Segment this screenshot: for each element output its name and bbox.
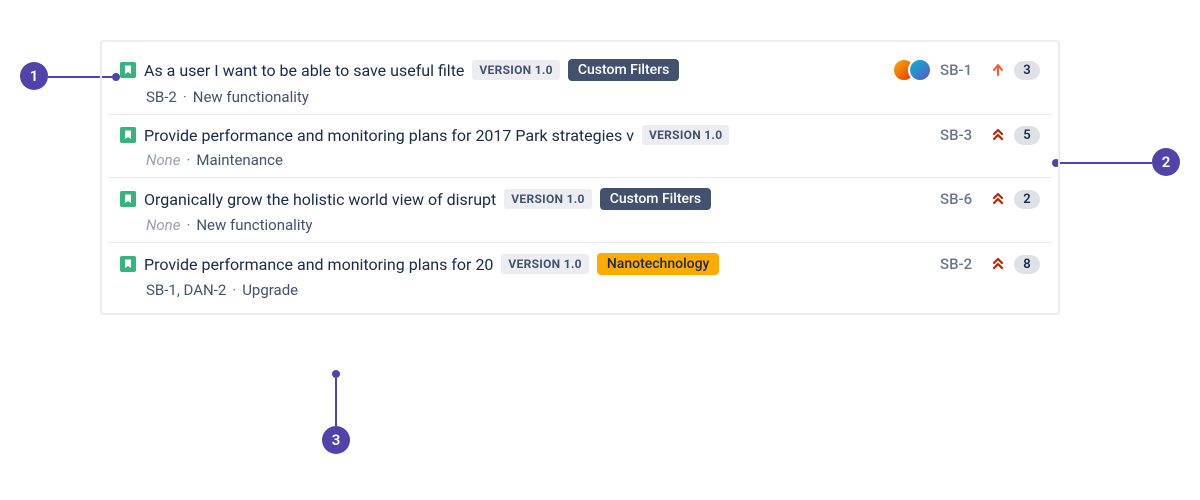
sub-label: Maintenance — [196, 151, 283, 169]
avatar — [908, 58, 932, 82]
story-icon — [120, 127, 136, 143]
callout-line-2 — [1060, 162, 1152, 164]
issue-summary: As a user I want to be able to save usef… — [144, 61, 464, 80]
story-icon — [120, 62, 136, 78]
story-icon — [120, 191, 136, 207]
backlog-panel: As a user I want to be able to save usef… — [100, 40, 1060, 315]
priority-highest-icon — [990, 191, 1006, 207]
callout-3: 3 — [322, 426, 350, 454]
sub-label: New functionality — [193, 88, 309, 106]
separator-dot: · — [183, 88, 187, 106]
issue-row[interactable]: Provide performance and monitoring plans… — [108, 243, 1052, 307]
issue-key: SB-6 — [940, 190, 982, 208]
issue-row[interactable]: As a user I want to be able to save usef… — [108, 48, 1052, 115]
separator-dot: · — [232, 281, 236, 299]
sub-key: None — [146, 216, 180, 234]
epic-badge[interactable]: Custom Filters — [600, 188, 711, 210]
estimate-badge: 2 — [1014, 190, 1040, 209]
issue-summary: Provide performance and monitoring plans… — [144, 255, 493, 274]
priority-medium-icon — [990, 62, 1006, 78]
callout-dot-3 — [332, 370, 340, 378]
callout-1: 1 — [20, 62, 48, 90]
sub-key: SB-1, DAN-2 — [146, 281, 226, 299]
sub-key: None — [146, 151, 180, 169]
sub-key: SB-2 — [146, 88, 177, 106]
priority-highest-icon — [990, 256, 1006, 272]
version-badge: VERSION 1.0 — [504, 189, 591, 209]
epic-badge[interactable]: Nanotechnology — [597, 253, 720, 275]
issue-key: SB-3 — [940, 126, 982, 144]
epic-badge[interactable]: Custom Filters — [568, 59, 679, 81]
issue-summary: Organically grow the holistic world view… — [144, 190, 496, 209]
version-badge: VERSION 1.0 — [642, 125, 729, 145]
sub-label: New functionality — [196, 216, 312, 234]
separator-dot: · — [186, 151, 190, 169]
version-badge: VERSION 1.0 — [501, 254, 588, 274]
issue-key: SB-2 — [940, 255, 982, 273]
issue-key: SB-1 — [940, 61, 982, 79]
issue-row[interactable]: Provide performance and monitoring plans… — [108, 115, 1052, 178]
estimate-badge: 3 — [1014, 61, 1040, 80]
estimate-badge: 8 — [1014, 255, 1040, 274]
estimate-badge: 5 — [1014, 126, 1040, 145]
separator-dot: · — [186, 216, 190, 234]
assignee-avatars — [892, 58, 932, 82]
callout-2: 2 — [1152, 148, 1180, 176]
callout-line-3 — [335, 378, 337, 426]
version-badge: VERSION 1.0 — [472, 60, 559, 80]
priority-highest-icon — [990, 127, 1006, 143]
sub-label: Upgrade — [242, 281, 298, 299]
story-icon — [120, 256, 136, 272]
issue-summary: Provide performance and monitoring plans… — [144, 126, 634, 145]
issue-row[interactable]: Organically grow the holistic world view… — [108, 178, 1052, 243]
